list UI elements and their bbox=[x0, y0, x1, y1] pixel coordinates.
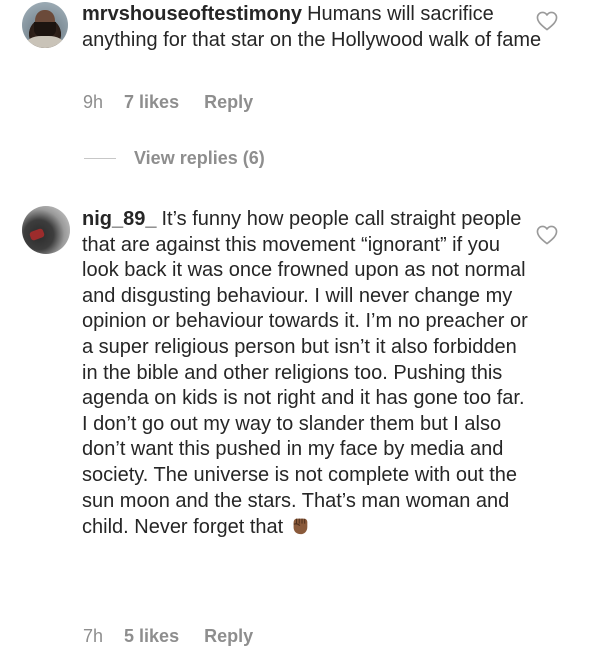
comment-time: 7h bbox=[83, 626, 104, 646]
view-replies-button[interactable]: View replies (6) bbox=[84, 148, 265, 169]
avatar-shirt bbox=[26, 36, 64, 48]
avatar[interactable] bbox=[22, 2, 68, 48]
comments-screen: mrvshouseoftestimony Humans will sacrific… bbox=[0, 0, 590, 651]
reply-button[interactable]: Reply bbox=[204, 92, 253, 113]
comment-username[interactable]: nig_89_ bbox=[82, 208, 156, 230]
comment-meta: 9h 7 likes Reply bbox=[83, 92, 253, 113]
comment-text: It’s funny how people call straight peop… bbox=[82, 208, 528, 539]
view-replies-label: View replies (6) bbox=[134, 148, 265, 168]
heart-outline-icon[interactable] bbox=[536, 11, 558, 31]
comment-body: mrvshouseoftestimony Humans will sacrific… bbox=[82, 2, 552, 53]
comment-body: nig_89_ It’s funny how people call straig… bbox=[82, 207, 532, 541]
comment-item: mrvshouseoftestimony Humans will sacrific… bbox=[0, 0, 590, 128]
avatar[interactable] bbox=[22, 206, 70, 254]
comment-username[interactable]: mrvshouseoftestimony bbox=[82, 3, 302, 25]
comment-meta: 7h 5 likes Reply bbox=[83, 626, 253, 647]
avatar-photo bbox=[22, 206, 70, 254]
likes-count[interactable]: 7 likes bbox=[124, 92, 179, 113]
heart-outline-icon[interactable] bbox=[536, 225, 558, 245]
replies-divider bbox=[84, 158, 116, 159]
raised-fist-emoji bbox=[293, 518, 308, 535]
comment-time: 9h bbox=[83, 92, 104, 112]
reply-button[interactable]: Reply bbox=[204, 626, 253, 647]
likes-count[interactable]: 5 likes bbox=[124, 626, 179, 647]
